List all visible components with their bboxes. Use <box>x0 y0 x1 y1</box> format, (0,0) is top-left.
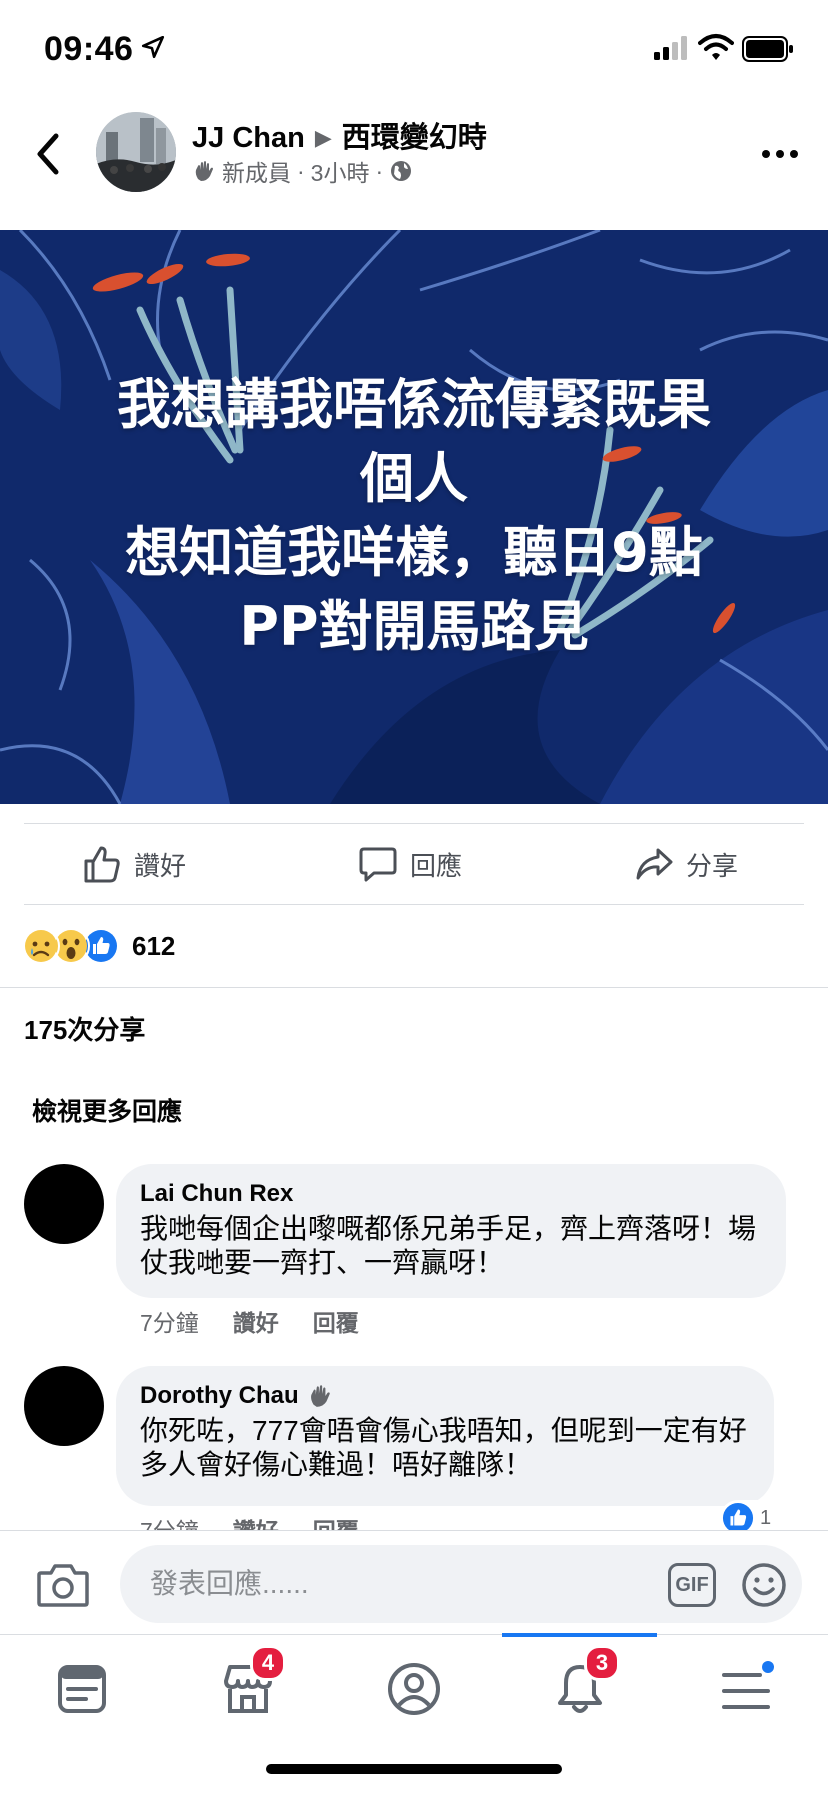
back-icon[interactable] <box>30 130 66 178</box>
gif-button[interactable]: GIF <box>668 1563 716 1607</box>
status-time: 09:46 <box>44 30 134 68</box>
comment-composer: GIF <box>0 1530 828 1635</box>
notifications-tab[interactable]: 3 <box>550 1645 620 1719</box>
view-more-comments[interactable]: 檢視更多回應 <box>32 1092 182 1128</box>
author-name[interactable]: JJ Chan <box>192 122 305 154</box>
comment-text: 你死咗，777會唔會傷心我唔知，但呢到一定有好多人會好傷心難過！唔好離隊！ <box>140 1415 747 1480</box>
comment-meta: 7分鐘 讚好 回覆 <box>140 1512 359 1530</box>
comment-button[interactable]: 回應 <box>358 824 462 904</box>
post-actions: 讚好 回應 分享 <box>0 824 828 904</box>
sad-reaction-icon <box>22 927 60 965</box>
comment-like-button[interactable]: 讚好 <box>233 1512 279 1530</box>
wave-hand-icon <box>195 161 213 181</box>
new-member-badge: 新成員 <box>222 160 291 186</box>
like-button[interactable]: 讚好 <box>82 824 186 904</box>
divider <box>24 904 804 905</box>
share-count[interactable]: 175次分享 <box>24 1010 145 1047</box>
notifications-badge: 3 <box>584 1645 620 1681</box>
meta-separator: · <box>297 157 305 184</box>
location-arrow-icon <box>141 35 165 59</box>
divider <box>0 987 828 988</box>
comment-meta: 7分鐘 讚好 回覆 <box>140 1304 359 1338</box>
comment-reply-button[interactable]: 回覆 <box>313 1512 359 1530</box>
globe-icon <box>391 161 412 181</box>
comment-like-button[interactable]: 讚好 <box>233 1304 279 1338</box>
commenter-name[interactable]: Lai Chun Rex <box>140 1180 762 1208</box>
cellular-signal-icon <box>654 36 687 60</box>
post-header: JJ Chan ▶ 西環變幻時 新成員 · 3小時 · <box>0 100 828 230</box>
group-name[interactable]: 西環變幻時 <box>342 122 487 154</box>
emoji-icon[interactable] <box>740 1561 788 1609</box>
reaction-summary[interactable]: 612 <box>22 926 175 966</box>
commenter-avatar[interactable] <box>24 1164 104 1244</box>
menu-icon <box>722 1661 774 1709</box>
status-bar: 09:46 <box>0 0 828 100</box>
to-group-arrow-icon: ▶ <box>314 125 332 150</box>
camera-icon[interactable] <box>36 1561 90 1609</box>
marketplace-tab[interactable]: 4 <box>218 1645 286 1719</box>
comment-bubble: Dorothy Chau 你死咗，777會唔會傷心我唔知，但呢到一定有好多人會好… <box>116 1366 774 1506</box>
like-label: 讚好 <box>134 850 187 881</box>
active-tab-indicator <box>502 1633 657 1637</box>
comment-reply-button[interactable]: 回覆 <box>313 1304 359 1338</box>
post-banner: 我想講我唔係流傳緊既果 個人 想知道我咩樣，聽日9點 PP對開馬路見 <box>0 230 828 804</box>
author-avatar[interactable] <box>96 112 176 192</box>
share-icon <box>636 848 673 880</box>
reaction-count: 612 <box>132 930 176 961</box>
comment-time: 7分鐘 <box>140 1310 199 1336</box>
commenter-avatar[interactable] <box>24 1366 104 1446</box>
home-indicator <box>266 1764 562 1774</box>
share-button[interactable]: 分享 <box>634 824 738 904</box>
comment-text: 我哋每個企出嚟嘅都係兄弟手足，齊上齊落呀！場仗我哋要一齊打、一齊贏呀！ <box>140 1213 757 1278</box>
wifi-icon <box>698 34 734 60</box>
meta-separator: · <box>375 157 384 184</box>
comment-bubble: Lai Chun Rex 我哋每個企出嚟嘅都係兄弟手足，齊上齊落呀！場仗我哋要一… <box>116 1164 786 1298</box>
comment-label: 回應 <box>410 850 463 881</box>
thumbs-up-icon <box>84 846 120 883</box>
post-meta: 新成員 · 3小時 · <box>192 154 413 188</box>
wave-hand-icon <box>310 1385 330 1407</box>
more-options-icon[interactable] <box>760 146 800 162</box>
menu-tab[interactable] <box>716 1659 776 1719</box>
author-line: JJ Chan ▶ 西環變幻時 <box>192 114 487 156</box>
battery-icon <box>742 36 793 62</box>
commenter-name[interactable]: Dorothy Chau <box>140 1382 750 1410</box>
comment-icon <box>359 847 397 882</box>
avatar-photo-icon <box>96 112 176 192</box>
marketplace-badge: 4 <box>250 1645 286 1681</box>
post-time[interactable]: 3小時 <box>311 154 370 188</box>
news-feed-icon[interactable] <box>52 1659 112 1719</box>
profile-icon[interactable] <box>384 1659 444 1719</box>
comment-time: 7分鐘 <box>140 1512 199 1530</box>
banner-text: 我想講我唔係流傳緊既果 個人 想知道我咩樣，聽日9點 PP對開馬路見 <box>117 373 711 658</box>
share-label: 分享 <box>686 850 739 881</box>
comment-like-number: 1 <box>760 1506 772 1529</box>
commenter-name-text: Lai Chun Rex <box>140 1180 294 1207</box>
commenter-name-text: Dorothy Chau <box>140 1382 299 1409</box>
